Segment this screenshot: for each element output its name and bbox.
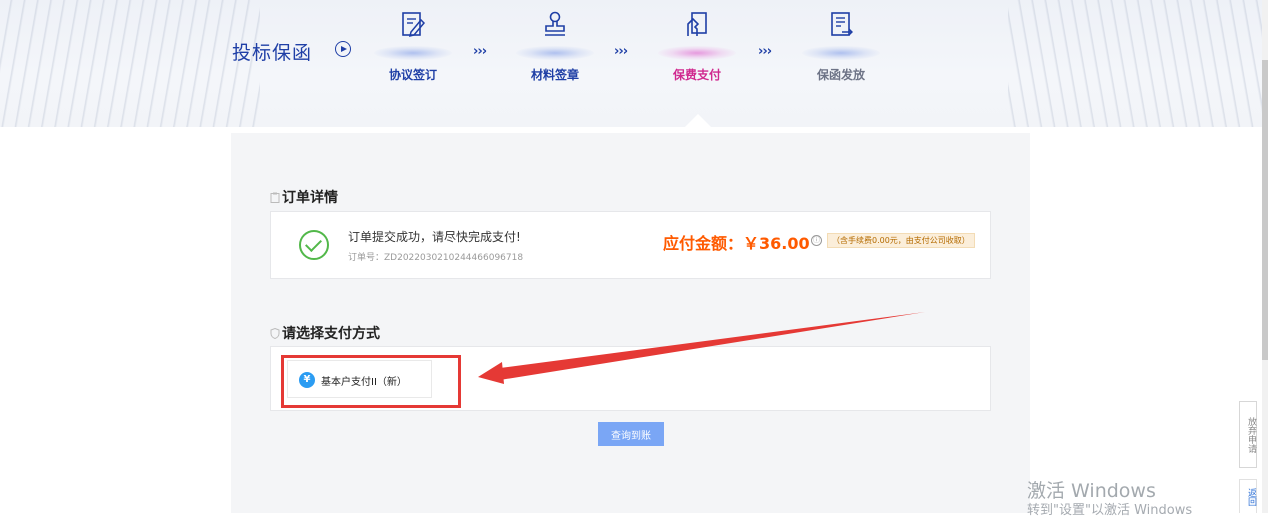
query-arrival-button[interactable]: 查询到账 [598,422,664,446]
header-banner: 投标保函 协议签订 ››› 材料签章 ››› 保费支付 ››› 保函发放 [0,0,1268,127]
annotation-highlight-box [281,355,461,408]
page-title: 投标保函 [232,42,313,64]
info-icon[interactable]: ⓘ [811,235,822,246]
windows-activation-hint: 转到"设置"以激活 Windows [1027,503,1193,518]
order-number: 订单号：ZD2022030210244466096718 [348,253,524,263]
payment-section-title: 请选择支付方式 [270,323,380,343]
pay-amount: 应付金额：￥36.00 [663,234,810,253]
banner-decoration-right [1008,0,1268,127]
scrollbar-thumb[interactable] [1262,60,1268,360]
step-disc [658,46,736,60]
play-icon[interactable] [335,41,351,57]
active-step-pointer [685,114,711,127]
shield-icon [270,328,280,339]
document-send-icon [831,12,853,36]
step-agreement: 协议签订 [373,10,453,83]
step-payment: 保费支付 [657,10,737,83]
payment-icon [687,12,707,36]
stamp-icon [545,11,565,36]
step-label: 保费支付 [672,68,721,82]
clipboard-icon [270,192,280,203]
step-issuance: 保函发放 [801,10,881,83]
order-message: 订单提交成功，请尽快完成支付! [348,230,521,244]
order-section-title: 订单详情 [270,187,338,207]
banner-decoration-left [0,0,260,127]
step-disc [516,46,594,60]
step-label: 保函发放 [816,68,865,82]
edit-document-icon [402,12,426,38]
order-section-label: 订单详情 [282,190,338,206]
step-separator: ››› [758,44,772,59]
step-separator: ››› [473,44,487,59]
step-disc [374,46,452,60]
step-disc [802,46,880,60]
step-label: 协议签订 [388,68,437,82]
payment-section-label: 请选择支付方式 [282,326,380,342]
fee-note: （含手续费0.00元，由支付公司收取） [827,233,975,248]
check-circle-icon [299,230,329,260]
abandon-application-button[interactable]: 放弃申请 [1239,401,1257,468]
back-button[interactable]: 返回 [1239,479,1257,513]
step-separator: ››› [614,44,628,59]
step-label: 材料签章 [530,68,579,82]
order-card: 订单提交成功，请尽快完成支付! 订单号：ZD202203021024446609… [270,211,991,279]
step-signature: 材料签章 [515,10,595,83]
annotation-arrow [478,312,925,384]
